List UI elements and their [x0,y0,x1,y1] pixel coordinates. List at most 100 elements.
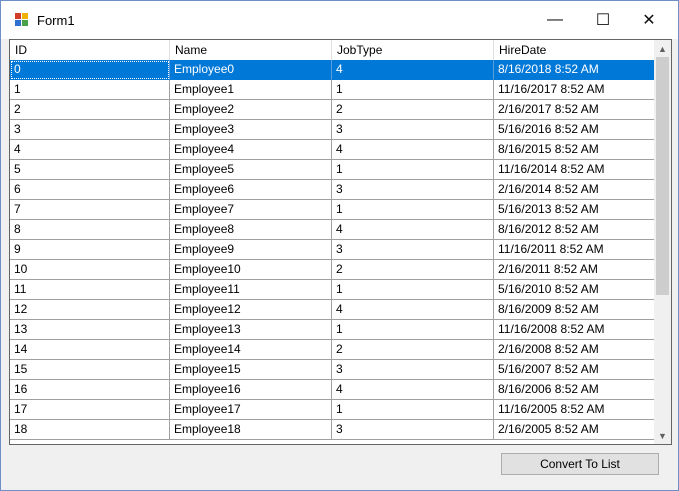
table-row[interactable]: 18 Employee18 3 2/16/2005 8:52 AM [10,420,655,440]
table-cell[interactable]: 11/16/2005 8:52 AM [494,400,655,420]
table-cell[interactable]: 8 [10,220,170,240]
table-cell[interactable]: 8/16/2012 8:52 AM [494,220,655,240]
table-cell[interactable]: 2/16/2017 8:52 AM [494,100,655,120]
table-cell[interactable]: Employee12 [170,300,332,320]
table-cell[interactable]: Employee5 [170,160,332,180]
table-cell[interactable]: 5/16/2010 8:52 AM [494,280,655,300]
table-cell[interactable]: 1 [332,280,494,300]
convert-to-list-button[interactable]: Convert To List [501,453,659,475]
table-cell[interactable]: 6 [10,180,170,200]
table-cell[interactable]: 8/16/2018 8:52 AM [494,60,655,80]
table-row[interactable]: 4 Employee4 4 8/16/2015 8:52 AM [10,140,655,160]
table-cell[interactable]: 5/16/2016 8:52 AM [494,120,655,140]
table-cell[interactable]: 8/16/2006 8:52 AM [494,380,655,400]
column-header-name[interactable]: Name [170,40,332,60]
maximize-button[interactable]: ☐ [580,1,626,39]
table-row[interactable]: 2 Employee2 2 2/16/2017 8:52 AM [10,100,655,120]
table-cell[interactable]: Employee17 [170,400,332,420]
table-row[interactable]: 11 Employee11 1 5/16/2010 8:52 AM [10,280,655,300]
table-cell[interactable]: 3 [10,120,170,140]
close-button[interactable]: ✕ [626,1,672,39]
table-cell[interactable]: 1 [332,200,494,220]
table-cell[interactable]: 1 [332,160,494,180]
table-cell[interactable]: 4 [332,60,494,80]
table-cell[interactable]: 5/16/2013 8:52 AM [494,200,655,220]
table-row[interactable]: 3 Employee3 3 5/16/2016 8:52 AM [10,120,655,140]
scrollbar-thumb[interactable] [656,57,669,295]
table-row[interactable]: 0 Employee0 4 8/16/2018 8:52 AM [10,60,655,80]
table-cell[interactable]: Employee18 [170,420,332,440]
table-cell[interactable]: 0 [10,60,170,80]
table-cell[interactable]: 3 [332,120,494,140]
table-cell[interactable]: 8/16/2015 8:52 AM [494,140,655,160]
table-cell[interactable]: 2/16/2014 8:52 AM [494,180,655,200]
table-cell[interactable]: 10 [10,260,170,280]
table-cell[interactable]: Employee8 [170,220,332,240]
table-cell[interactable]: 2 [332,100,494,120]
table-cell[interactable]: 4 [332,300,494,320]
table-cell[interactable]: 2/16/2008 8:52 AM [494,340,655,360]
table-cell[interactable]: 2 [332,340,494,360]
employee-datagridview[interactable]: ID Name JobType HireDate 0 Employee0 4 8/16/20… [9,39,672,445]
column-header-jobtype[interactable]: JobType [332,40,494,60]
table-cell[interactable]: Employee4 [170,140,332,160]
table-cell[interactable]: Employee13 [170,320,332,340]
table-cell[interactable]: Employee15 [170,360,332,380]
table-cell[interactable]: Employee14 [170,340,332,360]
table-cell[interactable]: 11 [10,280,170,300]
table-row[interactable]: 9 Employee9 3 11/16/2011 8:52 AM [10,240,655,260]
table-cell[interactable]: 4 [332,140,494,160]
minimize-button[interactable]: — [532,1,578,39]
table-cell[interactable]: 1 [332,400,494,420]
table-row[interactable]: 16 Employee16 4 8/16/2006 8:52 AM [10,380,655,400]
table-cell[interactable]: 11/16/2008 8:52 AM [494,320,655,340]
table-row[interactable]: 7 Employee7 1 5/16/2013 8:52 AM [10,200,655,220]
table-cell[interactable]: Employee0 [170,60,332,80]
table-cell[interactable]: 18 [10,420,170,440]
table-cell[interactable]: 12 [10,300,170,320]
table-cell[interactable]: 14 [10,340,170,360]
table-cell[interactable]: 16 [10,380,170,400]
table-cell[interactable]: Employee16 [170,380,332,400]
table-cell[interactable]: 1 [10,80,170,100]
table-cell[interactable]: 9 [10,240,170,260]
table-cell[interactable]: 2/16/2005 8:52 AM [494,420,655,440]
table-cell[interactable]: 3 [332,420,494,440]
table-cell[interactable]: Employee10 [170,260,332,280]
chevron-up-icon[interactable]: ▲ [654,40,671,57]
table-row[interactable]: 8 Employee8 4 8/16/2012 8:52 AM [10,220,655,240]
table-row[interactable]: 15 Employee15 3 5/16/2007 8:52 AM [10,360,655,380]
table-cell[interactable]: Employee3 [170,120,332,140]
title-bar[interactable]: Form1 — ☐ ✕ [1,1,678,39]
table-cell[interactable]: Employee1 [170,80,332,100]
table-cell[interactable]: 8/16/2009 8:52 AM [494,300,655,320]
table-cell[interactable]: 11/16/2014 8:52 AM [494,160,655,180]
table-row[interactable]: 17 Employee17 1 11/16/2005 8:52 AM [10,400,655,420]
table-cell[interactable]: Employee7 [170,200,332,220]
table-cell[interactable]: Employee2 [170,100,332,120]
table-cell[interactable]: 3 [332,360,494,380]
table-row[interactable]: 6 Employee6 3 2/16/2014 8:52 AM [10,180,655,200]
table-cell[interactable]: 2/16/2011 8:52 AM [494,260,655,280]
table-row[interactable]: 12 Employee12 4 8/16/2009 8:52 AM [10,300,655,320]
table-cell[interactable]: Employee9 [170,240,332,260]
table-cell[interactable]: 4 [332,220,494,240]
table-cell[interactable]: 3 [332,180,494,200]
table-cell[interactable]: 13 [10,320,170,340]
chevron-down-icon[interactable]: ▼ [654,427,671,444]
table-row[interactable]: 10 Employee10 2 2/16/2011 8:52 AM [10,260,655,280]
table-cell[interactable]: 2 [332,260,494,280]
table-cell[interactable]: 1 [332,320,494,340]
table-cell[interactable]: 15 [10,360,170,380]
table-cell[interactable]: Employee6 [170,180,332,200]
table-cell[interactable]: 3 [332,240,494,260]
table-cell[interactable]: 4 [332,380,494,400]
table-cell[interactable]: 11/16/2017 8:52 AM [494,80,655,100]
column-header-id[interactable]: ID [10,40,170,60]
table-row[interactable]: 13 Employee13 1 11/16/2008 8:52 AM [10,320,655,340]
vertical-scrollbar[interactable]: ▲ ▼ [654,40,671,444]
table-row[interactable]: 1 Employee1 1 11/16/2017 8:52 AM [10,80,655,100]
table-cell[interactable]: 5 [10,160,170,180]
table-cell[interactable]: 7 [10,200,170,220]
column-header-hiredate[interactable]: HireDate [494,40,655,60]
